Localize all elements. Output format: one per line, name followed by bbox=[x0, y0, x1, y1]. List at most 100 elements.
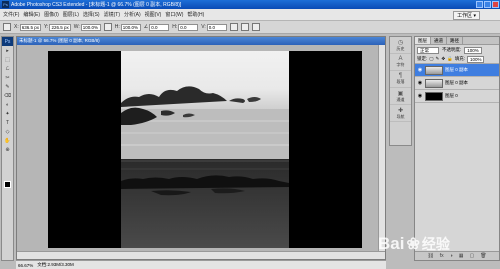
navigator-panel-button[interactable]: ✚ 导航 bbox=[390, 105, 411, 122]
type-tool-icon[interactable]: T bbox=[2, 119, 13, 127]
visibility-eye-icon[interactable]: ◉ bbox=[417, 93, 423, 99]
dodge-tool-icon[interactable]: ◐ bbox=[2, 101, 13, 109]
rocks-image bbox=[121, 86, 289, 159]
menu-file[interactable]: 文件(F) bbox=[3, 11, 19, 18]
paragraph-label: 段落 bbox=[396, 79, 405, 84]
options-bar: X: 636.5 px Y: 226.5 px W: 100.0% H: 100.0% … bbox=[0, 21, 500, 34]
document-title: 未标题-1 @ 66.7% (图层 0 副本, RGB/8) bbox=[17, 37, 385, 45]
x-label: X: bbox=[14, 24, 19, 30]
hand-tool-icon[interactable]: ✋ bbox=[2, 137, 13, 145]
shape-tool-icon[interactable]: ◇ bbox=[2, 128, 13, 136]
lock-label: 锁定: bbox=[417, 56, 428, 61]
fill-label: 填充: bbox=[454, 56, 465, 61]
layer-row[interactable]: ◉ 图层 0 bbox=[415, 90, 499, 103]
reference-point-icon[interactable] bbox=[3, 23, 11, 31]
crop-tool-icon[interactable]: ✂ bbox=[2, 74, 13, 82]
history-panel-button[interactable]: ◷ 历史 bbox=[390, 37, 411, 54]
tab-channels[interactable]: 通道 bbox=[431, 37, 447, 44]
character-label: 字符 bbox=[396, 62, 405, 67]
lasso-tool-icon[interactable]: ℒ bbox=[2, 65, 13, 73]
zoom-level[interactable]: 66.67% bbox=[18, 263, 33, 268]
window-title: Adobe Photoshop CS3 Extended - [未标题-1 @ … bbox=[11, 2, 182, 8]
layer-row[interactable]: ◉ 图层 0 副本 bbox=[415, 77, 499, 90]
tab-paths[interactable]: 路径 bbox=[447, 37, 463, 44]
status-bar: 66.67% 文档:2.93M/3.30M bbox=[16, 260, 386, 269]
toolbox-logo-icon: Ps bbox=[2, 37, 13, 46]
window-controls bbox=[476, 1, 499, 8]
lock-all-icon[interactable]: 🔒 bbox=[447, 56, 453, 62]
hskew-input[interactable]: 0.0 bbox=[178, 23, 199, 31]
reflection-image bbox=[121, 160, 289, 196]
toolbox: Ps ▸ ⬚ ℒ ✂ ✎ ⌫ ◐ ✦ T ◇ ✋ ⊕ bbox=[1, 36, 14, 261]
y-label: Y: bbox=[44, 24, 49, 30]
navigator-label: 导航 bbox=[396, 113, 405, 119]
width-input[interactable]: 100.0% bbox=[80, 23, 101, 31]
height-input[interactable]: 100.0% bbox=[120, 23, 141, 31]
paragraph-panel-button[interactable]: ¶ 段落 bbox=[390, 71, 411, 88]
visibility-eye-icon[interactable]: ◉ bbox=[417, 67, 423, 73]
commit-transform-icon[interactable] bbox=[251, 23, 260, 31]
lock-transparent-icon[interactable]: ▢ bbox=[429, 56, 433, 62]
angle-input[interactable]: 0.0 bbox=[149, 23, 170, 31]
visibility-eye-icon[interactable]: ◉ bbox=[417, 80, 423, 86]
menu-analysis[interactable]: 分析(A) bbox=[124, 11, 141, 18]
close-button[interactable] bbox=[492, 1, 499, 8]
vskew-label: V: bbox=[201, 24, 206, 30]
warp-icon[interactable] bbox=[229, 23, 238, 31]
lock-pixels-icon[interactable]: ✎ bbox=[436, 56, 440, 62]
channels-panel-button[interactable]: ▣ 通道 bbox=[390, 88, 411, 105]
eraser-tool-icon[interactable]: ⌫ bbox=[2, 92, 13, 100]
horizontal-scrollbar[interactable] bbox=[17, 251, 385, 259]
menu-help[interactable]: 帮助(H) bbox=[187, 11, 204, 18]
cancel-transform-icon[interactable] bbox=[240, 23, 249, 31]
layer-row[interactable]: ◉ 图层 0 副本 bbox=[415, 64, 499, 77]
layer-name: 图层 0 bbox=[445, 93, 458, 98]
document-info: 文档:2.93M/3.30M bbox=[37, 262, 74, 267]
opacity-input[interactable]: 100% bbox=[464, 46, 482, 54]
workspace-dropdown[interactable]: 工作区 ▾ bbox=[453, 11, 480, 20]
maximize-button[interactable] bbox=[484, 1, 491, 8]
foreground-color-swatch[interactable] bbox=[4, 181, 11, 188]
layer-thumbnail bbox=[425, 78, 443, 88]
character-panel-button[interactable]: A 字符 bbox=[390, 54, 411, 71]
lock-row: 锁定: ▢ ✎ ✥ 🔒 填充: 100% bbox=[415, 55, 499, 64]
link-icon[interactable] bbox=[103, 23, 112, 31]
photoshop-logo-icon: Ps bbox=[2, 1, 9, 8]
tab-layers[interactable]: 图层 bbox=[415, 37, 431, 44]
baidu-watermark: Bai ❀ 经验 bbox=[378, 223, 500, 265]
h-label: H: bbox=[114, 24, 120, 30]
menu-image[interactable]: 图像(I) bbox=[44, 11, 59, 18]
layer-thumbnail bbox=[425, 91, 443, 101]
seascape-photo-layer[interactable] bbox=[121, 51, 289, 159]
vertical-scrollbar[interactable] bbox=[378, 45, 385, 251]
history-label: 历史 bbox=[396, 45, 405, 51]
reflection-layer[interactable] bbox=[121, 159, 289, 248]
marquee-tool-icon[interactable]: ⬚ bbox=[2, 56, 13, 64]
lock-position-icon[interactable]: ✥ bbox=[441, 56, 445, 62]
collapsed-panels: ◷ 历史 A 字符 ¶ 段落 ▣ 通道 ✚ 导航 bbox=[389, 36, 412, 146]
menu-edit[interactable]: 编辑(E) bbox=[23, 11, 40, 18]
vskew-input[interactable]: 0.0 bbox=[206, 23, 227, 31]
angle-label: ∠ bbox=[143, 24, 149, 30]
menu-bar: 文件(F) 编辑(E) 图像(I) 图层(L) 选择(S) 滤镜(T) 分析(A… bbox=[0, 9, 500, 21]
y-input[interactable]: 226.5 px bbox=[49, 23, 71, 31]
menu-layer[interactable]: 图层(L) bbox=[63, 11, 79, 18]
zoom-tool-icon[interactable]: ⊕ bbox=[2, 146, 13, 154]
move-tool-icon[interactable]: ▸ bbox=[2, 47, 13, 55]
fill-input[interactable]: 100% bbox=[466, 55, 485, 63]
watermark-cn-text: 经验 bbox=[421, 236, 450, 252]
document-window: 未标题-1 @ 66.7% (图层 0 副本, RGB/8) bbox=[16, 36, 386, 260]
menu-view[interactable]: 视图(V) bbox=[145, 11, 162, 18]
minimize-button[interactable] bbox=[476, 1, 483, 8]
menu-filter[interactable]: 滤镜(T) bbox=[104, 11, 120, 18]
menu-window[interactable]: 窗口(W) bbox=[165, 11, 183, 18]
blend-row: 正常 不透明度: 100% bbox=[415, 45, 499, 55]
pen-tool-icon[interactable]: ✦ bbox=[2, 110, 13, 118]
blend-mode-select[interactable]: 正常 bbox=[417, 46, 439, 54]
brush-tool-icon[interactable]: ✎ bbox=[2, 83, 13, 91]
x-input[interactable]: 636.5 px bbox=[19, 23, 41, 31]
history-icon: ◷ bbox=[397, 39, 404, 46]
navigator-icon: ✚ bbox=[397, 107, 404, 114]
layers-panel-tabs: 图层 通道 路径 bbox=[415, 37, 499, 45]
menu-select[interactable]: 选择(S) bbox=[83, 11, 100, 18]
